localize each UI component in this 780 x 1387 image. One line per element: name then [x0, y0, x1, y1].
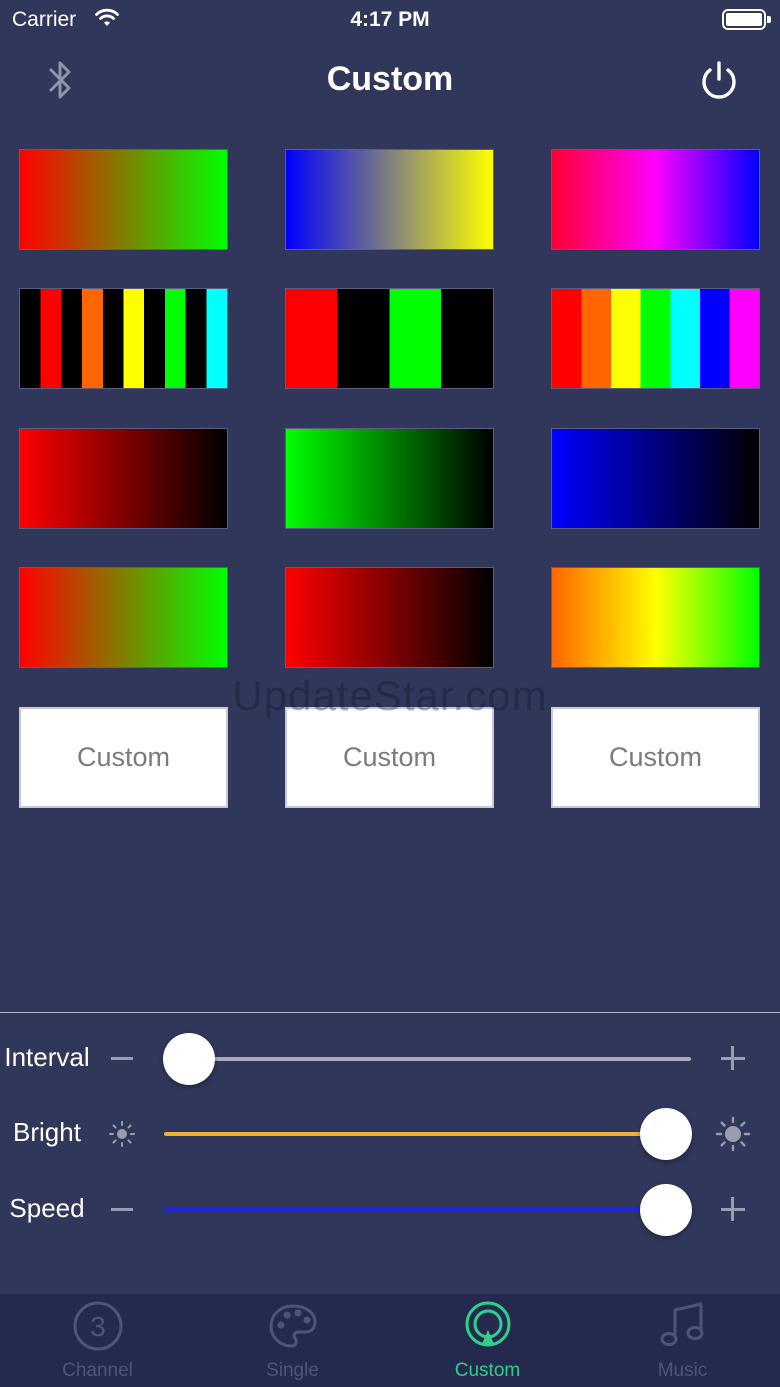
interval-label: Interval — [4, 1042, 90, 1072]
preset-swatch[interactable] — [19, 149, 228, 250]
channel-3-icon: 3 — [73, 1301, 123, 1351]
tab-single[interactable]: Single — [195, 1294, 390, 1387]
interval-slider-track[interactable] — [164, 1057, 691, 1061]
svg-text:3: 3 — [90, 1311, 106, 1342]
custom-mode-icon — [465, 1301, 511, 1347]
music-note-icon — [660, 1302, 704, 1346]
speed-slider-row: Speed — [0, 1180, 780, 1240]
preset-swatch[interactable] — [285, 428, 494, 529]
preset-swatch[interactable] — [551, 288, 760, 389]
nav-bar: Custom — [0, 48, 780, 112]
page-title: Custom — [326, 60, 454, 98]
speed-decrease-button[interactable] — [111, 1208, 133, 1211]
speed-slider-track[interactable] — [164, 1208, 691, 1212]
preset-swatch[interactable] — [285, 567, 494, 668]
palette-icon — [269, 1304, 317, 1348]
custom-preset-button-3[interactable]: Custom — [551, 707, 760, 808]
divider — [0, 1012, 780, 1013]
preset-swatch[interactable] — [551, 149, 760, 250]
status-bar: Carrier 4:17 PM — [0, 0, 780, 40]
power-icon — [702, 61, 736, 99]
tab-custom[interactable]: Custom — [390, 1294, 585, 1387]
tab-single-label: Single — [266, 1360, 319, 1381]
bright-slider-track[interactable] — [164, 1132, 691, 1136]
interval-increase-button[interactable] — [721, 1046, 745, 1070]
preset-swatch[interactable] — [285, 149, 494, 250]
tab-bar: 3 Channel Single Custom Music — [0, 1294, 780, 1387]
watermark: UpdateStar.com — [232, 672, 548, 719]
battery-icon — [722, 9, 766, 30]
bright-label: Bright — [13, 1117, 81, 1147]
tab-music-label: Music — [657, 1360, 708, 1381]
bright-slider-knob[interactable] — [640, 1108, 692, 1160]
custom-preset-button-1[interactable]: Custom — [19, 707, 228, 808]
interval-slider-row: Interval — [0, 1029, 780, 1089]
power-button[interactable] — [696, 58, 742, 104]
custom-preset-button-2[interactable]: Custom — [285, 707, 494, 808]
bright-slider-row: Bright — [0, 1104, 780, 1164]
preset-swatch[interactable] — [19, 567, 228, 668]
interval-decrease-button[interactable] — [111, 1057, 133, 1060]
preset-swatch[interactable] — [551, 567, 760, 668]
speed-increase-button[interactable] — [721, 1197, 745, 1221]
preset-swatch[interactable] — [551, 428, 760, 529]
tab-channel-label: Channel — [62, 1360, 133, 1381]
interval-slider-knob[interactable] — [163, 1033, 215, 1085]
preset-swatch[interactable] — [19, 428, 228, 529]
brightness-low-icon[interactable] — [108, 1120, 136, 1148]
preset-swatch[interactable] — [285, 288, 494, 389]
speed-slider-knob[interactable] — [640, 1184, 692, 1236]
preset-swatch[interactable] — [19, 288, 228, 389]
tab-custom-label: Custom — [454, 1360, 521, 1381]
brightness-high-icon[interactable] — [715, 1116, 751, 1152]
clock: 4:17 PM — [350, 8, 430, 31]
speed-label: Speed — [9, 1193, 85, 1223]
tab-channel[interactable]: 3 Channel — [0, 1294, 195, 1387]
tab-music[interactable]: Music — [585, 1294, 780, 1387]
